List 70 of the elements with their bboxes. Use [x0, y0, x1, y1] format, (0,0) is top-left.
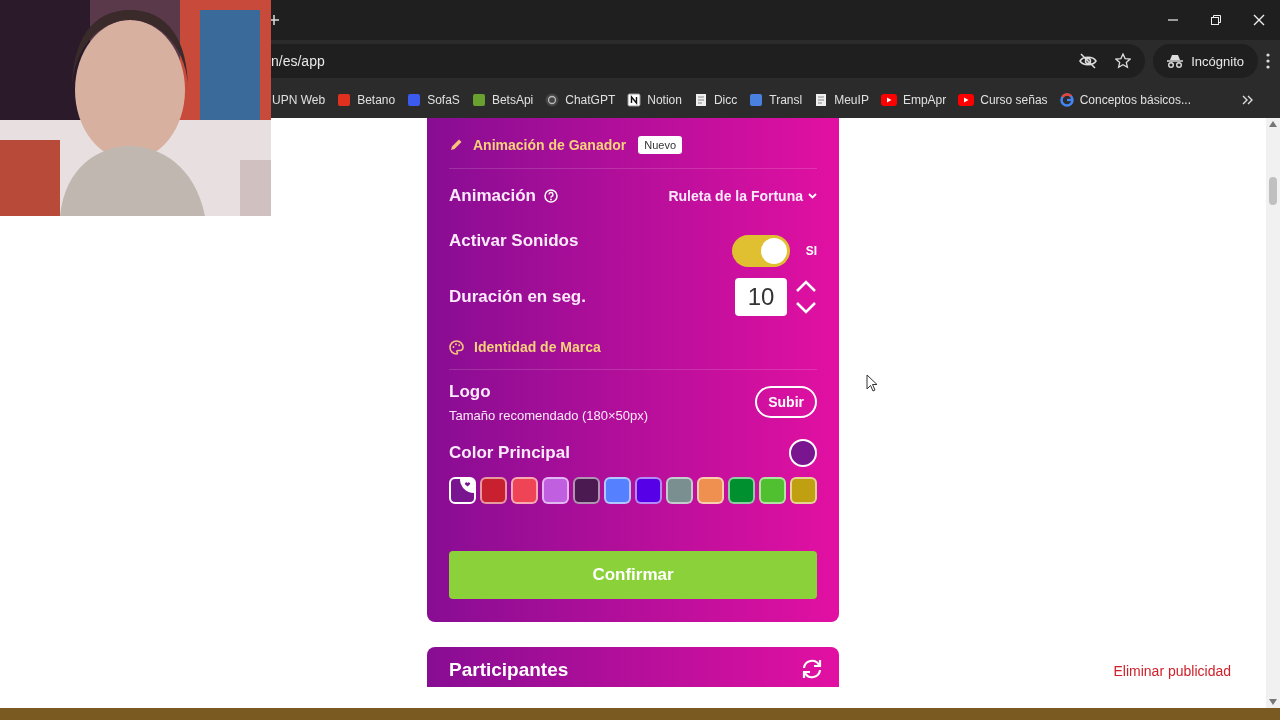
help-icon[interactable]	[543, 189, 558, 203]
bookmark-icon	[627, 93, 642, 107]
duration-field[interactable]: 10	[735, 278, 787, 316]
bookmark[interactable]: UPN Web	[272, 93, 334, 107]
bookmark[interactable]: ChatGPT	[545, 93, 624, 107]
color-swatch[interactable]	[511, 477, 538, 504]
bookmark[interactable]: Conceptos básicos...	[1059, 93, 1200, 107]
color-swatch[interactable]	[480, 477, 507, 504]
color-swatch[interactable]	[666, 477, 693, 504]
new-tab-icon[interactable]	[268, 14, 280, 26]
increment-icon[interactable]	[795, 280, 817, 293]
bookmark[interactable]: MeuIP	[814, 93, 877, 107]
address-bar[interactable]: n/es/app	[271, 44, 1146, 78]
palette-icon	[449, 339, 464, 355]
bookmark[interactable]: Betano	[337, 93, 404, 107]
color-swatch[interactable]	[635, 477, 662, 504]
bookmark[interactable]: Dicc	[693, 93, 746, 107]
color-swatch[interactable]	[790, 477, 817, 504]
selected-icon	[460, 479, 474, 493]
remove-ads-link[interactable]: Eliminar publicidad	[1113, 663, 1231, 679]
color-swatch[interactable]	[573, 477, 600, 504]
eye-off-icon[interactable]	[1079, 53, 1098, 69]
scroll-thumb[interactable]	[1269, 177, 1277, 205]
star-icon[interactable]	[1115, 53, 1132, 69]
bookmark[interactable]: SofaS	[407, 93, 468, 107]
refresh-icon[interactable]	[801, 659, 823, 679]
scroll-down-icon[interactable]	[1269, 699, 1277, 705]
toggle-state-label: SI	[805, 244, 817, 258]
menu-icon[interactable]	[1266, 53, 1270, 69]
restore-icon[interactable]	[1210, 15, 1221, 25]
color-swatch[interactable]	[759, 477, 786, 504]
setting-label: Logo	[449, 382, 492, 402]
close-icon[interactable]	[1252, 14, 1265, 26]
section-title: Animación de Ganador	[473, 137, 627, 153]
bookmark-icon	[814, 93, 829, 107]
video-icon	[880, 94, 897, 106]
color-swatch[interactable]	[604, 477, 631, 504]
animation-dropdown[interactable]: Ruleta de la Fortuna	[668, 188, 817, 204]
setting-label: Animación	[449, 186, 536, 206]
panel-title: Participantes	[449, 659, 569, 681]
new-badge: Nuevo	[638, 136, 683, 154]
pencil-icon	[449, 138, 463, 152]
incognito-button[interactable]: Incógnito	[1153, 44, 1258, 78]
color-swatch[interactable]	[542, 477, 569, 504]
url-text: n/es/app	[271, 53, 326, 69]
setting-label: Activar Sonidos	[449, 231, 579, 251]
cursor-icon	[866, 374, 878, 392]
incognito-icon	[1167, 54, 1184, 68]
upload-button[interactable]: Subir	[755, 386, 817, 418]
bookmark[interactable]: BetsApi	[471, 93, 542, 107]
color-swatch[interactable]	[728, 477, 755, 504]
bookmark[interactable]: Curso señas	[958, 93, 1056, 107]
chevron-down-icon	[808, 193, 817, 199]
bookmark[interactable]: Notion	[627, 93, 690, 107]
color-swatch[interactable]	[697, 477, 724, 504]
more-bookmarks-icon[interactable]	[1242, 94, 1254, 106]
hint-text: Tamaño recomendado (180×50px)	[449, 408, 649, 423]
section-title: Identidad de Marca	[474, 339, 601, 355]
bookmark[interactable]: Transl	[749, 93, 811, 107]
setting-label: Color Principal	[449, 443, 570, 463]
color-swatch[interactable]	[449, 477, 476, 504]
bookmark-icon	[1059, 93, 1074, 107]
video-icon	[958, 94, 975, 106]
scroll-up-icon[interactable]	[1269, 121, 1277, 127]
color-preview[interactable]	[789, 439, 817, 467]
sound-toggle[interactable]	[731, 235, 790, 267]
bookmark-icon	[693, 93, 708, 107]
setting-label: Duración en seg.	[449, 287, 586, 307]
decrement-icon[interactable]	[795, 301, 817, 314]
bookmark[interactable]: EmpApr	[880, 93, 955, 107]
